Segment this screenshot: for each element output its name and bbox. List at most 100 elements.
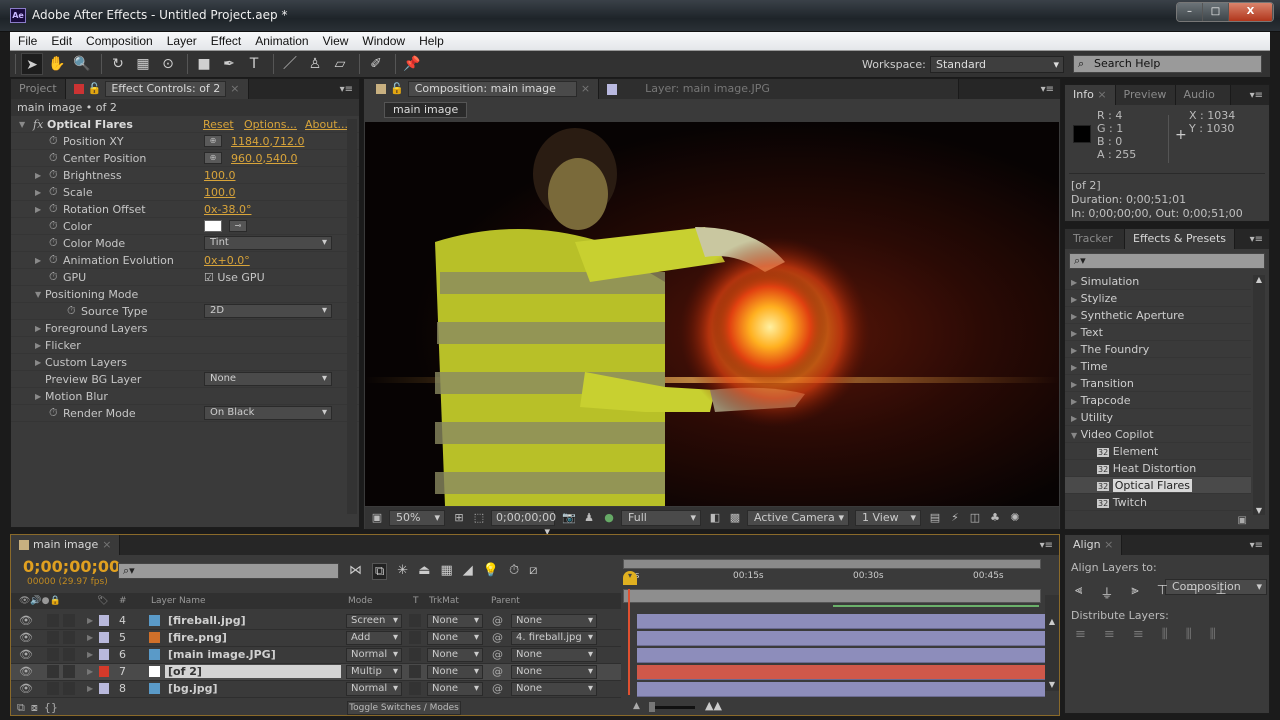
layer-row[interactable]: 👁 ▶ 4 [fireball.jpg] Screen None @ None [11,613,621,630]
blend-mode-dropdown[interactable]: Add [346,631,402,645]
close-icon[interactable]: × [581,79,590,99]
reset-link[interactable]: Reset [203,118,234,131]
magnification-dropdown[interactable]: 50% [389,510,445,526]
property-value[interactable]: 0x+0.0° [204,254,250,267]
align-right-icon[interactable]: ⫸ [1131,583,1138,602]
lock-switch[interactable] [63,682,75,695]
toggle-pixel-aspect-icon[interactable]: ▤ [927,510,943,526]
layer-duration-bar[interactable] [637,614,1045,629]
distribute-vcenter-icon[interactable]: ≡ [1104,627,1115,642]
distribute-right-icon[interactable]: ⫼ [1210,627,1216,642]
layer-switches-icon[interactable]: ⧉ [17,701,25,715]
draft-3d-icon[interactable]: ✳ [397,563,408,580]
distribute-left-icon[interactable]: ⫼ [1162,627,1168,642]
tab-effects-presets[interactable]: Effects & Presets [1125,229,1235,249]
align-bottom-icon[interactable]: ⊥ [1215,583,1226,602]
col-layer-name[interactable]: Layer Name [151,593,206,609]
visibility-eye-icon[interactable]: 👁 [19,631,33,644]
effect-category[interactable]: ▶ Time [1065,358,1251,375]
text-tool-icon[interactable]: T [243,53,265,75]
pen-tool-icon[interactable]: ✒ [218,53,240,75]
camera-dropdown[interactable]: Active Camera [747,510,849,526]
effect-category-video-copilot[interactable]: ▼ Video Copilot [1065,426,1251,443]
preserve-transparency-switch[interactable] [409,648,421,661]
stopwatch-icon[interactable]: ⏱ [49,253,58,267]
property-value[interactable]: 960.0,540.0 [231,152,297,165]
tab-align[interactable]: Align × [1065,535,1123,555]
in-out-icon[interactable]: {} [44,701,58,715]
expand-triangle-icon[interactable]: ▶ [87,667,93,676]
layer-duration-bar[interactable] [637,631,1045,646]
tab-effect-controls[interactable]: 🔓 Effect Controls: of 2 × [65,79,249,99]
effect-item[interactable]: 32 Element [1065,443,1251,460]
close-icon[interactable]: × [1097,88,1106,101]
visibility-eye-icon[interactable]: 👁 [19,665,33,678]
about-link[interactable]: About... [305,118,348,131]
close-icon[interactable]: × [230,79,239,99]
panel-menu-icon[interactable]: ▾≡ [1040,540,1053,551]
workspace-dropdown[interactable]: Standard ▾ [930,56,1064,73]
trkmat-dropdown[interactable]: None [427,614,483,628]
transparency-grid-icon[interactable]: ▩ [727,510,743,526]
live-update-icon[interactable]: ⧉ [372,563,388,580]
trkmat-dropdown[interactable]: None [427,631,483,645]
effect-category[interactable]: ▶ Synthetic Aperture [1065,307,1251,324]
search-help-input[interactable]: ⌕ Search Help [1073,55,1262,73]
layer-name[interactable]: [fireball.jpg] [165,614,341,627]
checkbox[interactable]: ☑ Use GPU [204,271,265,284]
effect-category[interactable]: ▶ Transition [1065,375,1251,392]
trkmat-dropdown[interactable]: None [427,665,483,679]
point-crosshair-icon[interactable]: ⊕ [204,135,222,147]
fast-previews-icon[interactable]: ◧ [707,510,723,526]
layer-name[interactable]: [of 2] [165,665,341,678]
toggle-switches-modes-button[interactable]: Toggle Switches / Modes [347,701,461,715]
blend-mode-dropdown[interactable]: Normal [346,648,402,662]
camera-tool-icon[interactable]: ▦ [132,53,154,75]
menu-window[interactable]: Window [362,34,405,48]
distribute-hcenter-icon[interactable]: ⫼ [1186,627,1192,642]
menu-view[interactable]: View [323,34,349,48]
motion-blur-icon[interactable]: ◢ [463,563,473,580]
expand-triangle-icon[interactable]: ▼ [19,120,25,129]
close-button[interactable]: X [1229,3,1273,21]
preserve-transparency-switch[interactable] [409,665,421,678]
distribute-bottom-icon[interactable]: ≡ [1133,627,1144,642]
brush-tool-icon[interactable]: ／ [279,53,301,75]
scroll-up-icon[interactable]: ▲ [1045,617,1059,626]
label-color-swatch[interactable] [99,649,109,660]
parent-dropdown[interactable]: None [511,682,597,696]
effect-item[interactable]: 32 Optical Flares [1065,477,1251,494]
blend-mode-dropdown[interactable]: Screen [346,614,402,628]
effect-category[interactable]: ▶ Trapcode [1065,392,1251,409]
lock-switch[interactable] [63,665,75,678]
new-folder-icon[interactable]: ▣ [1238,515,1247,526]
stopwatch-icon[interactable]: ⏱ [67,304,76,318]
property-dropdown[interactable]: None [204,372,332,386]
pick-whip-icon[interactable]: @ [492,614,503,627]
lock-switch[interactable] [63,631,75,644]
solo-switch[interactable] [47,648,59,661]
panel-menu-icon[interactable]: ▾≡ [340,84,353,95]
tab-timeline-main-image[interactable]: main image × [11,535,121,555]
composition-mini-flowchart-icon[interactable]: ⋈ [349,563,362,580]
menu-animation[interactable]: Animation [255,34,308,48]
expand-triangle-icon[interactable]: ▶ [35,358,41,367]
expand-triangle-icon[interactable]: ▶ [35,324,41,333]
pick-whip-icon[interactable]: @ [492,631,503,644]
eyedropper-icon[interactable]: ⊸ [229,220,247,232]
selection-tool-icon[interactable]: ➤ [21,53,43,75]
solo-switch[interactable] [47,665,59,678]
brainstorm-icon[interactable]: 💡 [483,563,499,580]
visibility-eye-icon[interactable]: 👁 [19,682,33,695]
stopwatch-icon[interactable]: ⏱ [49,236,58,250]
color-swatch[interactable] [204,220,222,232]
solo-switch[interactable] [47,631,59,644]
expand-triangle-icon[interactable]: ▼ [35,290,41,299]
parent-dropdown[interactable]: None [511,648,597,662]
parent-dropdown[interactable]: 4. fireball.jpg [511,631,597,645]
tab-composition[interactable]: 🔓 Composition: main image × [364,79,600,99]
layer-row[interactable]: 👁 ▶ 5 [fire.png] Add None @ 4. fireball.… [11,630,621,647]
effect-item[interactable]: 32 Heat Distortion [1065,460,1251,477]
current-time-display[interactable]: 0;00;00;00 [23,557,120,576]
current-time-indicator[interactable] [628,589,630,695]
